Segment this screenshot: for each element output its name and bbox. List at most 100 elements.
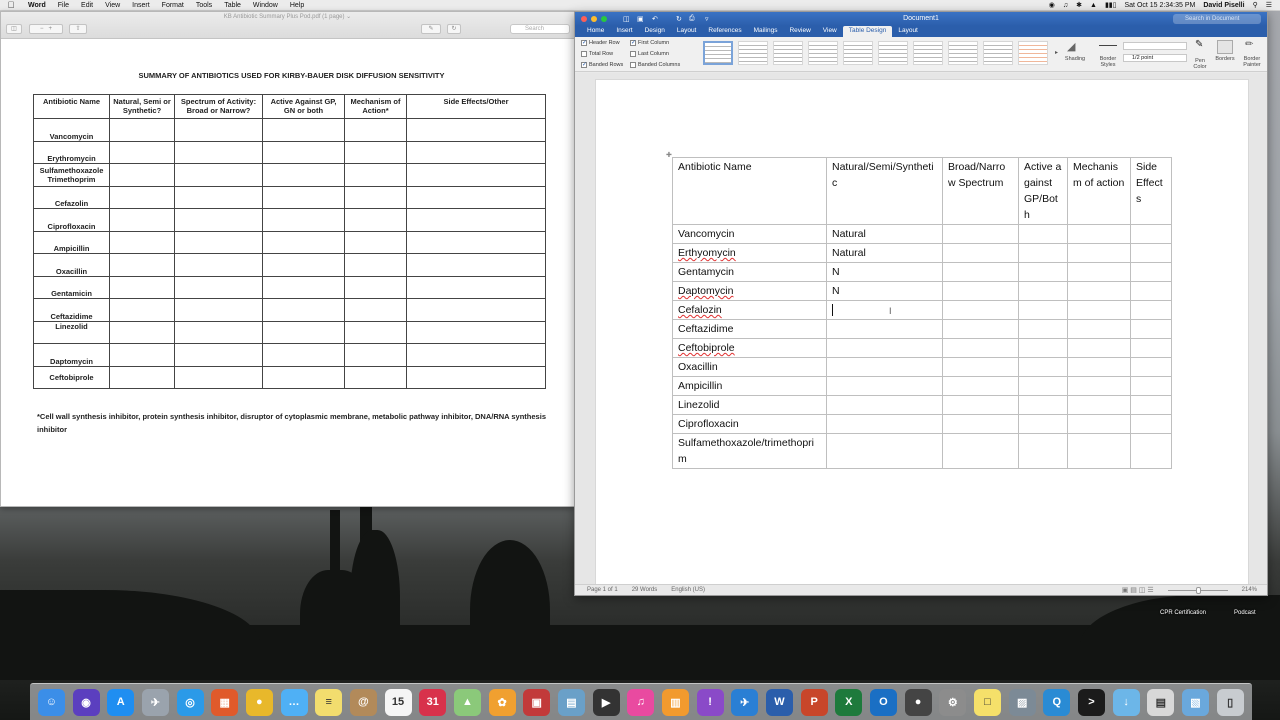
tab-table-layout[interactable]: Layout — [892, 26, 924, 37]
border-painter-icon[interactable]: ✏ — [1245, 39, 1253, 50]
battery-icon[interactable]: ▮▮▯ — [1105, 1, 1117, 9]
testflight-icon[interactable]: ✈ — [731, 688, 759, 716]
tab-home[interactable]: Home — [581, 26, 610, 37]
record-icon[interactable]: ◉ — [1049, 1, 1055, 9]
excel-icon[interactable]: X — [835, 688, 863, 716]
header-row-checkbox[interactable]: ✓ Header Row — [581, 40, 620, 46]
documents-folder-icon[interactable]: ▧ — [1182, 688, 1209, 716]
fantastical-icon[interactable]: 31 — [419, 688, 447, 716]
tab-mailings[interactable]: Mailings — [748, 26, 784, 37]
table-style-thumb[interactable] — [1018, 41, 1048, 65]
share-button[interactable]: ⇧ — [69, 24, 87, 34]
siri-icon[interactable]: ◉ — [72, 688, 100, 716]
natural-cell[interactable] — [826, 376, 943, 396]
table-style-thumb[interactable] — [808, 41, 838, 65]
antibiotic-name-cell[interactable]: Vancomycin — [672, 224, 827, 244]
language-indicator[interactable]: English (US) — [671, 587, 705, 593]
contacts-icon[interactable]: @ — [349, 688, 377, 716]
alert-icon[interactable]: ! — [696, 688, 724, 716]
safari-icon[interactable]: ◎ — [176, 688, 204, 716]
menu-view[interactable]: View — [99, 0, 126, 11]
header-cell[interactable]: Side Effects — [1130, 157, 1172, 225]
photos-icon[interactable]: ✿ — [488, 688, 516, 716]
terminal-icon[interactable]: > — [1077, 688, 1105, 716]
photo-booth-icon[interactable]: ▣ — [523, 688, 551, 716]
natural-cell[interactable] — [826, 357, 943, 377]
notification-center-icon[interactable]: ☰ — [1266, 1, 1272, 9]
menu-file[interactable]: File — [52, 0, 75, 11]
header-cell[interactable]: Broad/Narrow Spectrum — [942, 157, 1019, 225]
antibiotic-name-cell[interactable]: Erthyomycin — [672, 243, 827, 263]
table-style-thumb[interactable] — [913, 41, 943, 65]
app-store-icon[interactable]: A — [107, 688, 135, 716]
spotlight-icon[interactable]: ⚲ — [1253, 1, 1258, 9]
table-style-thumb[interactable] — [738, 41, 768, 65]
natural-cell[interactable]: N — [826, 262, 943, 282]
menu-app-name[interactable]: Word — [22, 0, 52, 11]
sidebar-toggle-button[interactable]: ◫ — [6, 24, 22, 34]
shading-icon[interactable]: ◢ — [1067, 40, 1075, 53]
natural-cell[interactable]: Natural — [826, 224, 943, 244]
trash-icon[interactable]: ▯ — [1216, 688, 1244, 716]
antibiotic-name-cell[interactable]: Ceftazidime — [672, 319, 827, 339]
natural-cell[interactable]: N — [826, 281, 943, 301]
preview-icon[interactable]: ▤ — [557, 688, 585, 716]
menu-help[interactable]: Help — [284, 0, 310, 11]
table-style-thumb[interactable] — [948, 41, 978, 65]
table-move-handle-icon[interactable]: ✚ — [666, 151, 672, 159]
table-style-thumb[interactable] — [983, 41, 1013, 65]
last-column-checkbox[interactable]: Last Column — [630, 51, 669, 57]
menu-insert[interactable]: Insert — [126, 0, 156, 11]
tab-view[interactable]: View — [817, 26, 843, 37]
notes-icon[interactable]: ≡ — [315, 688, 343, 716]
antibiotic-name-cell[interactable]: Daptomycin — [672, 281, 827, 301]
pen-weight-dropdown[interactable]: 1/2 point — [1123, 54, 1187, 62]
borders-icon[interactable] — [1217, 40, 1233, 54]
antibiotic-name-cell[interactable]: Gentamycin — [672, 262, 827, 282]
border-styles-icon[interactable] — [1099, 45, 1117, 46]
wifi-icon[interactable]: ▲ — [1090, 2, 1097, 9]
natural-cell-active[interactable]: I — [826, 300, 943, 320]
zoom-buttons[interactable]: − + — [29, 24, 63, 34]
search-in-document-input[interactable]: Search in Document — [1173, 14, 1261, 24]
outlook-icon[interactable]: O — [869, 688, 897, 716]
antibiotic-name-cell[interactable]: Sulfamethoxazole/trimethoprim — [672, 433, 827, 469]
tab-design[interactable]: Design — [639, 26, 671, 37]
header-cell[interactable]: Active against GP/Both — [1018, 157, 1068, 225]
menu-edit[interactable]: Edit — [75, 0, 99, 11]
calendar-icon[interactable]: 15 — [384, 688, 412, 716]
tab-review[interactable]: Review — [783, 26, 816, 37]
ibooks-icon[interactable]: ▥ — [661, 688, 689, 716]
zoom-slider[interactable] — [1167, 586, 1228, 594]
natural-cell[interactable] — [826, 414, 943, 434]
table-style-thumb[interactable] — [843, 41, 873, 65]
stickies-icon[interactable]: □ — [973, 688, 1001, 716]
zoom-slider-thumb[interactable] — [1195, 586, 1201, 594]
menu-format[interactable]: Format — [156, 0, 190, 11]
menu-tools[interactable]: Tools — [190, 0, 218, 11]
natural-cell[interactable] — [826, 395, 943, 415]
tab-table-design[interactable]: Table Design — [842, 26, 893, 37]
messages-icon[interactable]: … — [280, 688, 308, 716]
antibiotic-name-cell[interactable]: Ciprofloxacin — [672, 414, 827, 434]
maps-icon[interactable]: ▲ — [453, 688, 481, 716]
natural-cell[interactable]: Natural — [826, 243, 943, 263]
banded-rows-checkbox[interactable]: ✓ Banded Rows — [581, 62, 623, 68]
quicktime-icon[interactable]: Q — [1043, 688, 1071, 716]
powerpoint-icon[interactable]: P — [800, 688, 828, 716]
antibiotic-name-cell[interactable]: Linezolid — [672, 395, 827, 415]
table-style-thumb[interactable] — [703, 41, 733, 65]
menubar-user[interactable]: David Piselli — [1203, 2, 1244, 9]
apple-menu-icon[interactable]:  — [0, 0, 22, 10]
antibiotic-name-cell[interactable]: Ceftobiprole — [672, 338, 827, 358]
natural-cell[interactable] — [826, 433, 943, 469]
word-icon[interactable]: W — [765, 688, 793, 716]
table-style-thumb[interactable] — [878, 41, 908, 65]
image-capture-icon[interactable]: ▨ — [1008, 688, 1036, 716]
document-page[interactable]: ✚ Antibiotic Name Natural/Semi/Synthetic… — [595, 79, 1249, 585]
pen-icon[interactable]: ✎ — [1195, 39, 1203, 50]
documents-stack-icon[interactable]: ▤ — [1147, 688, 1175, 716]
volume-icon[interactable]: ♫ — [1063, 2, 1068, 9]
desktop-file-cpr-certification[interactable]: CPR Certification — [1160, 610, 1206, 616]
header-cell[interactable]: Antibiotic Name — [672, 157, 827, 225]
